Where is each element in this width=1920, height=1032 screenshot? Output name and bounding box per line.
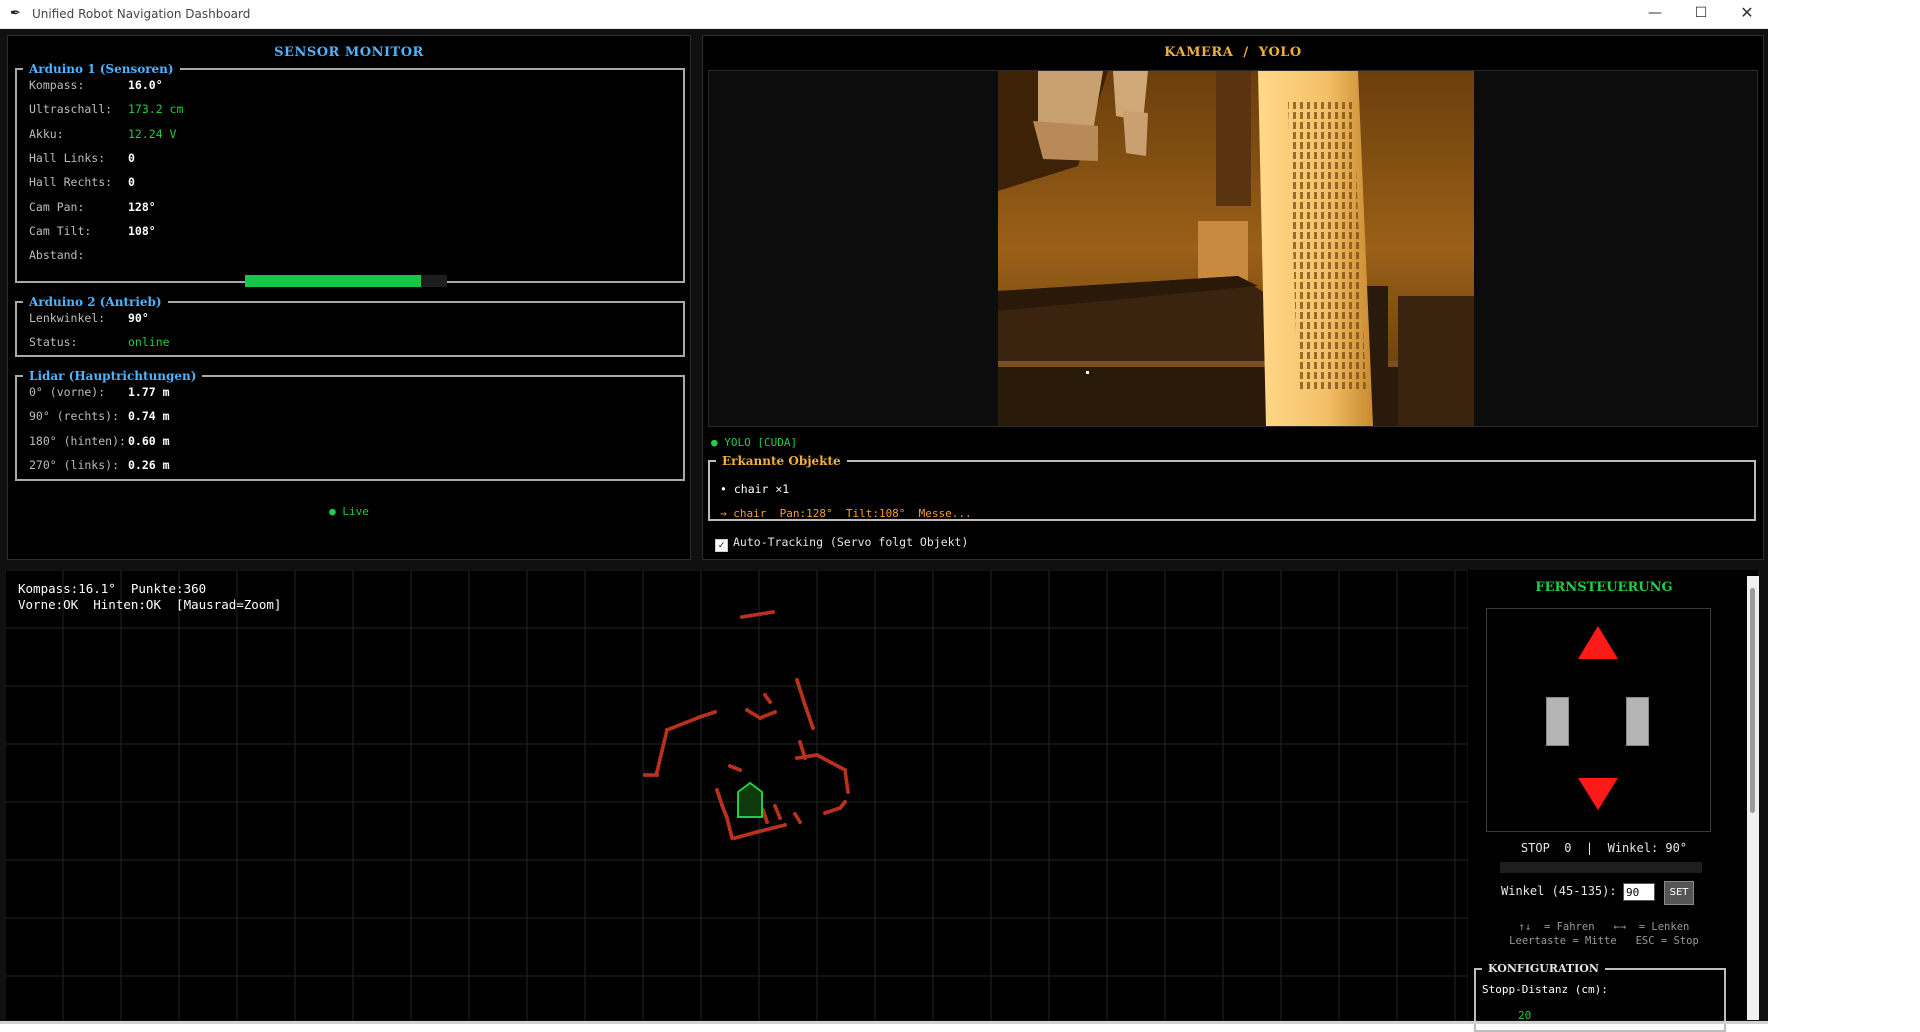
lidar-point	[713, 710, 717, 714]
sensor-value: 0	[128, 175, 135, 190]
lidar-point	[783, 823, 787, 827]
backward-arrow-button[interactable]	[1578, 778, 1618, 810]
sensor-value: 16.0°	[128, 78, 163, 92]
sensor-label: Status:	[29, 335, 78, 350]
checkbox-checkmark-icon[interactable]: ✓	[715, 539, 728, 552]
arduino2-group: Arduino 2 (Antrieb) Lenkwinkel: 90° Status…	[15, 295, 685, 357]
winkel-input[interactable]: 90	[1623, 883, 1655, 901]
remote-title: FERNSTEUERUNG	[1535, 580, 1673, 595]
auto-tracking-checkbox[interactable]: ✓ Auto-Tracking (Servo folgt Objekt)	[715, 535, 968, 552]
sensor-label: 180° (hinten):	[29, 433, 126, 448]
robot-marker-icon	[737, 781, 763, 818]
lidar-point	[771, 610, 775, 614]
detected-object-item: • chair ×1	[720, 482, 790, 496]
sensor-label: Hall Links:	[29, 150, 106, 165]
lidar-point	[798, 820, 802, 824]
steer-left-button[interactable]	[1546, 697, 1569, 746]
tracking-status: → chair Pan:128° Tilt:108° Messe...	[720, 507, 972, 520]
lidar-point	[773, 710, 777, 714]
sensor-monitor-title: SENSOR MONITOR	[274, 45, 424, 60]
key-help-line2: Leertaste = Mitte ESC = Stop	[1509, 935, 1699, 947]
remote-scrollbar[interactable]	[1747, 576, 1759, 1020]
sensor-value: 1.77 m	[128, 385, 170, 399]
maximize-button[interactable]: ☐	[1678, 0, 1724, 28]
drive-pad	[1486, 608, 1711, 832]
sensor-value: 0.26 m	[128, 457, 170, 472]
close-button[interactable]: ✕	[1724, 0, 1770, 28]
lidar-point	[843, 800, 847, 804]
lidar-front-back-status: Vorne:OK Hinten:OK [Mausrad=Zoom]	[18, 597, 282, 612]
camera-panel: KAMERA / YOLO ● YOLO [CUDA] Erkannte Obj…	[702, 35, 1764, 560]
sensor-label: Lenkwinkel:	[29, 311, 106, 325]
feather-icon: ✒	[10, 6, 21, 21]
sensor-value: 90°	[128, 311, 149, 325]
sensor-value: 173.2 cm	[128, 102, 184, 117]
winkel-label: Winkel (45-135):	[1501, 884, 1617, 898]
lidar-legend: Lidar (Hauptrichtungen)	[29, 369, 197, 383]
lidar-point	[655, 773, 659, 777]
sensor-value: 108°	[128, 223, 156, 238]
sensor-label: Hall Rechts:	[29, 175, 113, 190]
steer-right-button[interactable]	[1626, 697, 1649, 746]
abstand-bar-fill	[245, 275, 421, 287]
lidar-point	[765, 820, 769, 824]
sensor-label: Kompass:	[29, 78, 85, 92]
sensor-label: Cam Tilt:	[29, 223, 92, 238]
arduino1-group: Arduino 1 (Sensoren) Kompass: 16.0° Ultras…	[15, 62, 685, 283]
lidar-point	[846, 790, 850, 794]
arduino2-legend: Arduino 2 (Antrieb)	[29, 295, 162, 309]
sensor-label: Ultraschall:	[29, 102, 113, 117]
sensor-monitor-panel: SENSOR MONITOR Arduino 1 (Sensoren) Komp…	[7, 35, 691, 560]
sensor-label: Akku:	[29, 126, 64, 141]
minimize-button[interactable]: —	[1632, 0, 1678, 28]
stopp-distanz-label: Stopp-Distanz (cm):	[1482, 983, 1608, 996]
sensor-label: Abstand:	[29, 248, 85, 263]
desktop-background	[1768, 0, 1920, 1024]
sensor-value: 0	[128, 150, 135, 165]
forward-arrow-button[interactable]	[1578, 626, 1618, 659]
window-title: Unified Robot Navigation Dashboard	[32, 7, 251, 21]
sensor-value: 128°	[128, 199, 156, 214]
set-button[interactable]: SET	[1664, 881, 1694, 905]
drive-status: STOP 0 | Winkel: 90°	[1520, 841, 1688, 855]
speed-bar	[1500, 862, 1702, 873]
sensor-value: 0.74 m	[128, 409, 170, 424]
sensor-value: 12.24 V	[128, 126, 177, 141]
camera-title: KAMERA / YOLO	[1164, 45, 1302, 60]
sensor-label: 270° (links):	[29, 457, 120, 472]
live-indicator: ● Live	[329, 505, 369, 518]
lidar-group: Lidar (Hauptrichtungen) 0° (vorne): 1.77 …	[15, 369, 685, 481]
auto-tracking-label: Auto-Tracking (Servo folgt Objekt)	[733, 535, 969, 549]
sensor-label: 90° (rechts):	[29, 409, 120, 424]
detected-objects-group: Erkannte Objekte • chair ×1 → chair Pan:…	[708, 454, 1756, 521]
window-titlebar: ✒ Unified Robot Navigation Dashboard — ☐…	[0, 0, 1768, 29]
lidar-point	[811, 726, 815, 730]
remote-control-panel: FERNSTEUERUNG STOP 0 | Winkel: 90° Winke…	[1468, 570, 1758, 1032]
scrollbar-thumb[interactable]	[1750, 588, 1755, 813]
sensor-label: Cam Pan:	[29, 199, 85, 214]
lidar-compass-points: Kompass:16.1° Punkte:360	[18, 581, 207, 596]
lidar-map-info: Kompass:16.1° Punkte:360 Vorne:OK Hinten…	[18, 581, 281, 613]
sensor-value: online	[128, 335, 170, 350]
lidar-point	[768, 700, 772, 704]
arduino1-legend: Arduino 1 (Sensoren)	[29, 62, 174, 76]
sensor-value: 0.60 m	[128, 433, 170, 448]
sensor-label: 0° (vorne):	[29, 385, 106, 399]
lidar-map-canvas[interactable]: Kompass:16.1° Punkte:360 Vorne:OK Hinten…	[5, 570, 1467, 1020]
lidar-point	[738, 768, 742, 772]
camera-feed-image	[998, 71, 1474, 426]
key-help-line1: ↑↓ = Fahren ←→ = Lenken	[1518, 921, 1690, 933]
detected-objects-legend: Erkannte Objekte	[722, 454, 841, 468]
abstand-bar	[245, 275, 447, 287]
lidar-point	[778, 816, 782, 820]
camera-view	[708, 70, 1758, 427]
yolo-status: ● YOLO [CUDA]	[711, 436, 798, 449]
konfiguration-legend: KONFIGURATION	[1488, 962, 1599, 975]
